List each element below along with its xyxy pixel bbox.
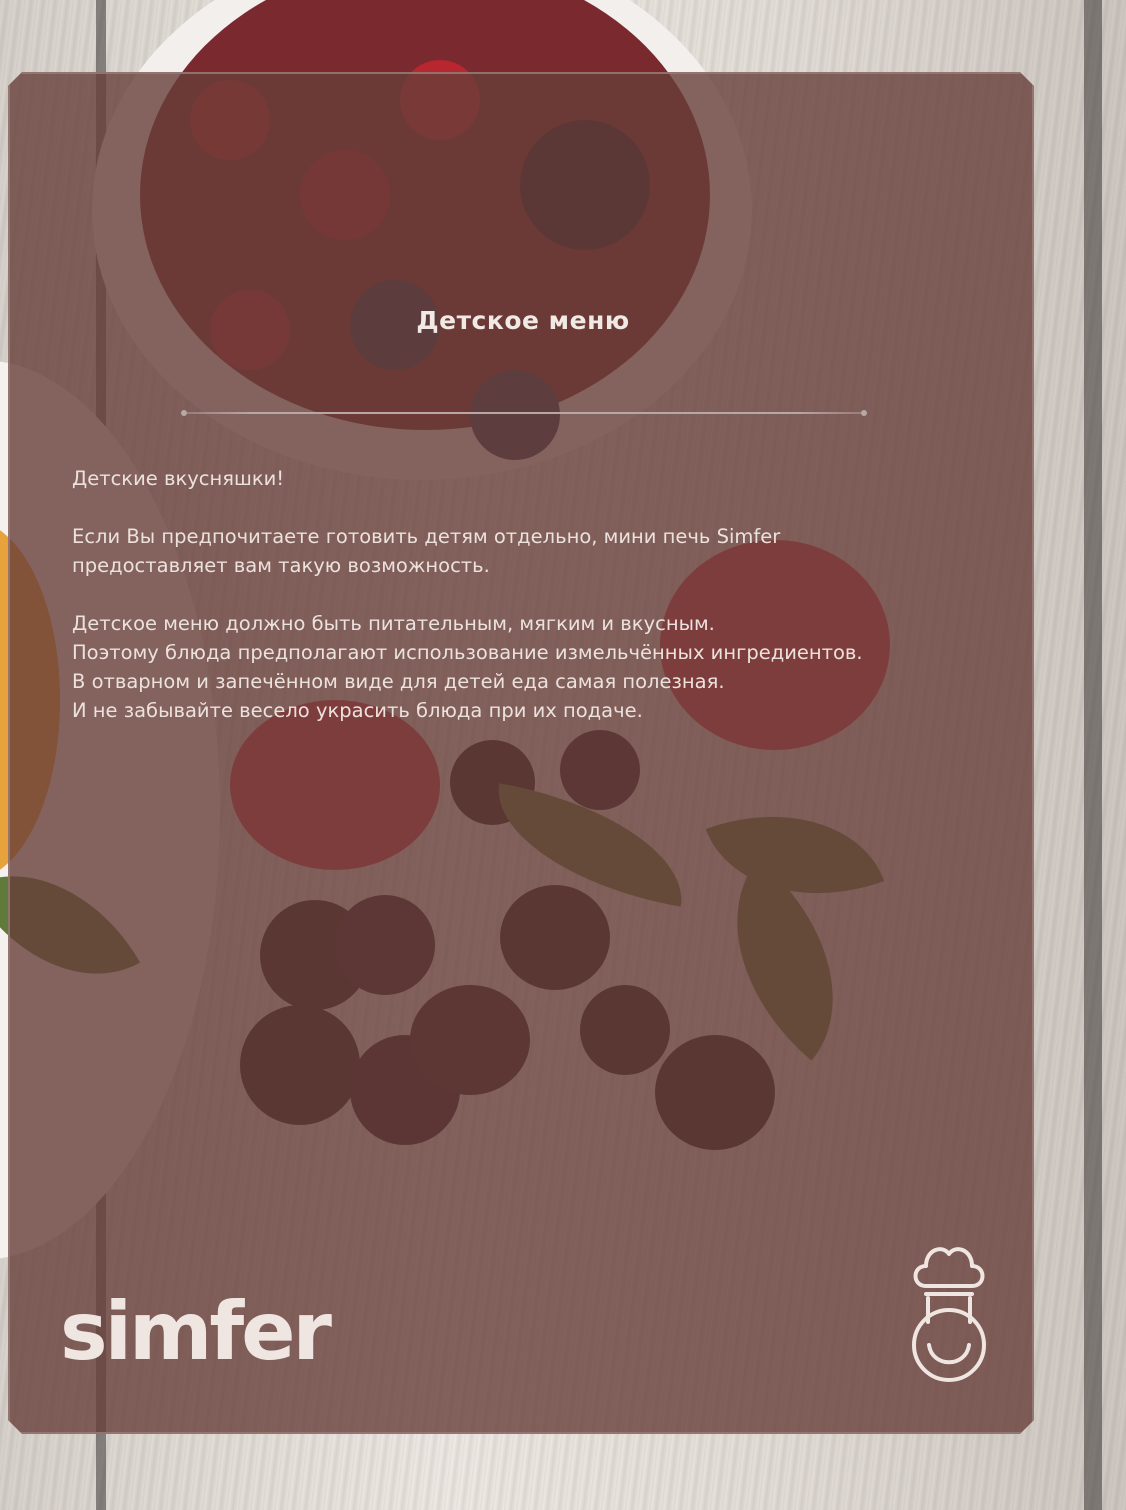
paragraph-2: Детское меню должно быть питательным, мя… bbox=[72, 609, 992, 725]
paragraph-1: Если Вы предпочитаете готовить детям отд… bbox=[72, 522, 992, 580]
text-line: И не забывайте весело украсить блюда при… bbox=[72, 699, 643, 722]
title-divider bbox=[184, 412, 864, 414]
text-line: Поэтому блюда предполагают использование… bbox=[72, 641, 863, 664]
text-line: предоставляет вам такую возможность. bbox=[72, 554, 490, 577]
text-line: Если Вы предпочитаете готовить детям отд… bbox=[72, 525, 781, 548]
text-line: Детское меню должно быть питательным, мя… bbox=[72, 612, 715, 635]
intro-line: Детские вкусняшки! bbox=[72, 467, 285, 490]
chef-hat-icon bbox=[904, 1240, 994, 1386]
page-title: Детское меню bbox=[416, 306, 630, 335]
body-text: Детские вкусняшки! Если Вы предпочитаете… bbox=[72, 464, 992, 754]
simfer-logo: simfer bbox=[60, 1285, 329, 1378]
plank-seam bbox=[1084, 0, 1102, 1510]
intro-text: Детские вкусняшки! bbox=[72, 464, 992, 493]
text-line: В отварном и запечённом виде для детей е… bbox=[72, 670, 725, 693]
content-card: Детское меню Детские вкусняшки! Если Вы … bbox=[8, 72, 1034, 1434]
